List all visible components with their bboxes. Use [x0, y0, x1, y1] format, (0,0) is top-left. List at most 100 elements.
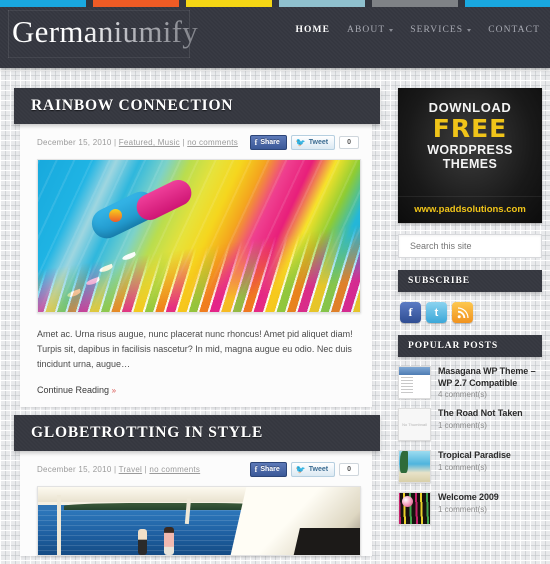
post-title[interactable]: GLOBETROTTING IN STYLE [31, 424, 380, 442]
facebook-share-label: Share [260, 139, 280, 146]
post-meta-row: December 15, 2010 | Travel | no comments… [20, 451, 372, 477]
twitter-tweet-button[interactable]: 🐦 Tweet [290, 462, 336, 477]
post-thumbnail [398, 492, 431, 525]
twitter-tweet-label: Tweet [308, 139, 329, 146]
nav-label: HOME [295, 25, 331, 35]
top-strip-gap [179, 0, 186, 7]
post-panel: GLOBETROTTING IN STYLE December 15, 2010… [14, 415, 380, 556]
facebook-icon: f [254, 465, 258, 474]
artwork-support-post [57, 495, 62, 555]
nav-label: SERVICES [410, 25, 464, 35]
twitter-icon[interactable]: t [426, 302, 447, 323]
popular-post-comment-count: 1 comment(s) [438, 420, 487, 430]
top-strip-gap [272, 0, 279, 7]
top-strip-segment [465, 0, 550, 7]
ad-line-free: FREE [432, 114, 508, 143]
post-title[interactable]: RAINBOW CONNECTION [31, 97, 380, 115]
post-meta: December 15, 2010 | Featured, Music | no… [37, 138, 238, 147]
ad-divider [398, 196, 542, 197]
widget-title-subscribe: SUBSCRIBE [398, 270, 542, 292]
thumbnail-image [399, 367, 430, 398]
post-excerpt: Amet ac. Urna risus augue, nunc placerat… [37, 329, 353, 369]
top-strip-segment [372, 0, 458, 7]
post-categories[interactable]: Travel [119, 465, 142, 474]
nav-item-contact[interactable]: CONTACT [488, 25, 540, 35]
post-featured-image[interactable] [37, 486, 361, 556]
post-rainbow-connection: RAINBOW CONNECTION December 15, 2010 | F… [14, 88, 380, 407]
facebook-share-button[interactable]: f Share [249, 462, 287, 477]
search-input[interactable] [408, 240, 541, 252]
list-item[interactable]: Tropical Paradise 1 comment(s) [398, 450, 542, 483]
thumbnail-image [399, 451, 430, 482]
search-box[interactable] [398, 234, 542, 258]
ad-line-themes: THEMES [442, 157, 498, 171]
post-meta-row: December 15, 2010 | Featured, Music | no… [20, 124, 372, 150]
popular-post-title[interactable]: Masagana WP Theme – WP 2.7 Compatible [438, 366, 542, 389]
chevron-down-icon [467, 29, 472, 32]
popular-post-title[interactable]: Welcome 2009 [438, 492, 499, 504]
nav-item-home[interactable]: HOME [296, 25, 330, 35]
meta-separator: | [111, 138, 119, 147]
post-featured-image[interactable] [37, 159, 361, 313]
nav-item-about[interactable]: ABOUT [347, 25, 394, 35]
share-buttons: f Share 🐦 Tweet 0 [249, 135, 359, 150]
rss-icon[interactable] [452, 302, 473, 323]
ad-line-download: DOWNLOAD [428, 100, 512, 115]
post-comments-link[interactable]: no comments [187, 138, 238, 147]
continue-reading-link[interactable]: Continue Reading » [37, 385, 355, 395]
post-title-bar: GLOBETROTTING IN STYLE [14, 415, 380, 451]
top-strip-segment [93, 0, 179, 7]
list-item[interactable]: Masagana WP Theme – WP 2.7 Compatible 4 … [398, 366, 542, 399]
continue-reading-label: Continue Reading [37, 385, 110, 395]
post-date: December 15, 2010 [37, 465, 112, 474]
thumbnail-image [399, 493, 430, 524]
ad-line-wordpress: WORDPRESS [427, 143, 513, 157]
meta-separator: | [111, 465, 119, 474]
chevron-down-icon [389, 29, 394, 32]
list-item-text: The Road Not Taken 1 comment(s) [438, 408, 523, 430]
share-buttons: f Share 🐦 Tweet 0 [249, 462, 359, 477]
nav-label: CONTACT [488, 25, 540, 35]
palm-tree-icon [400, 451, 408, 473]
artwork-person-woman [137, 529, 147, 555]
popular-posts-list: Masagana WP Theme – WP 2.7 Compatible 4 … [398, 366, 542, 525]
twitter-tweet-button[interactable]: 🐦 Tweet [290, 135, 336, 150]
popular-post-title[interactable]: The Road Not Taken [438, 408, 523, 420]
facebook-share-label: Share [260, 466, 280, 473]
nav-item-services[interactable]: SERVICES [410, 25, 472, 35]
post-panel: RAINBOW CONNECTION December 15, 2010 | F… [14, 88, 380, 407]
top-strip-gap [86, 0, 93, 7]
no-thumbnail-placeholder: No Thumbnail [399, 409, 430, 440]
top-strip-gap [458, 0, 465, 7]
post-categories[interactable]: Featured, Music [119, 138, 180, 147]
site-header: Germaniumify HOME ABOUT SERVICES CONTACT [0, 0, 550, 68]
list-item[interactable]: Welcome 2009 1 comment(s) [398, 492, 542, 525]
artwork-dot [108, 208, 122, 222]
list-item[interactable]: No Thumbnail The Road Not Taken 1 commen… [398, 408, 542, 441]
rainbow-artwork [38, 160, 360, 312]
facebook-share-button[interactable]: f Share [249, 135, 287, 150]
widget-title-popular-posts: POPULAR POSTS [398, 335, 542, 357]
popular-post-comment-count: 1 comment(s) [438, 462, 487, 472]
facebook-icon: f [254, 138, 258, 147]
post-globetrotting-in-style: GLOBETROTTING IN STYLE December 15, 2010… [14, 415, 380, 556]
post-comments-link[interactable]: no comments [149, 465, 200, 474]
list-item-text: Masagana WP Theme – WP 2.7 Compatible 4 … [438, 366, 542, 399]
facebook-icon[interactable]: f [400, 302, 421, 323]
artwork-hull-shadow [291, 527, 360, 555]
popular-post-comment-count: 4 comment(s) [438, 390, 487, 399]
twitter-bird-icon: 🐦 [295, 138, 306, 147]
top-strip-segment [186, 0, 272, 7]
top-strip-gap [365, 0, 372, 7]
ad-url[interactable]: www.paddsolutions.com [398, 204, 542, 215]
tweet-count[interactable]: 0 [339, 136, 359, 149]
site-logo[interactable]: Germaniumify [12, 14, 198, 50]
tweet-count[interactable]: 0 [339, 463, 359, 476]
yacht-artwork [38, 487, 360, 555]
artwork-person-man [163, 527, 174, 555]
ad-banner-download-free-wordpress-themes[interactable]: DOWNLOAD FREE WORDPRESS THEMES www.padds… [398, 88, 542, 223]
post-thumbnail [398, 450, 431, 483]
popular-post-title[interactable]: Tropical Paradise [438, 450, 511, 462]
twitter-tweet-label: Tweet [308, 466, 329, 473]
top-strip-segment [279, 0, 365, 7]
